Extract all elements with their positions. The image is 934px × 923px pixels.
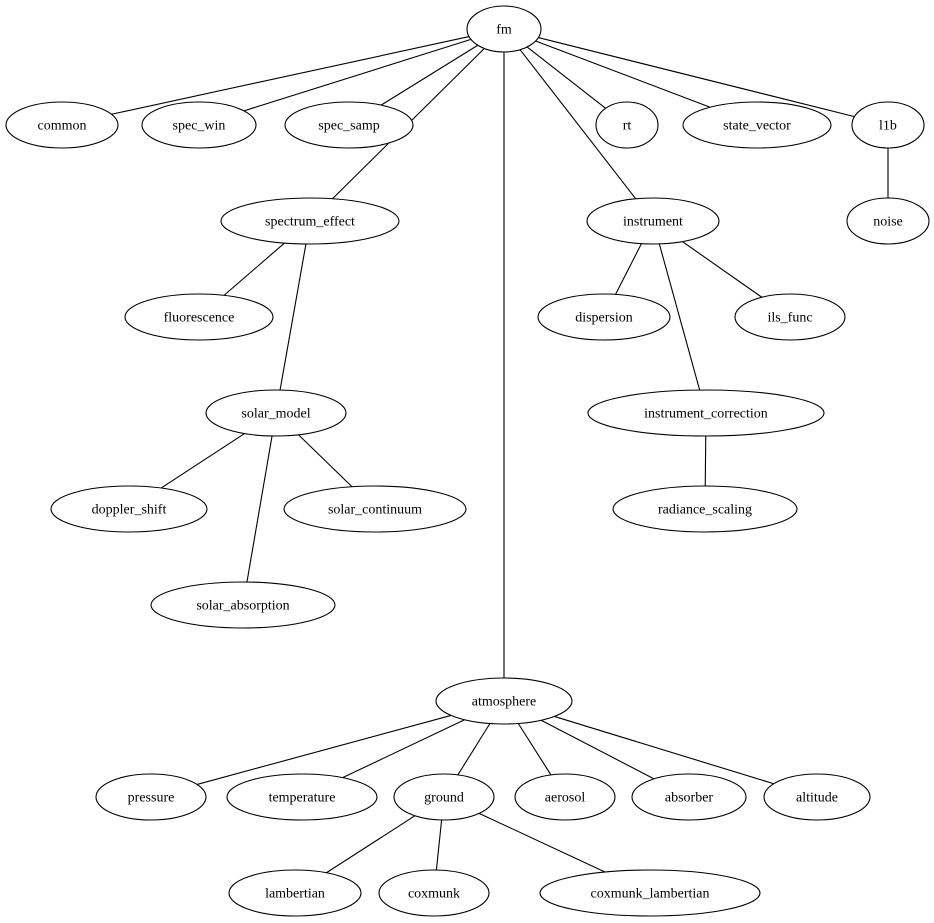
graph-node-aerosol[interactable]: aerosol: [514, 773, 616, 821]
graph-node-pressure[interactable]: pressure: [95, 773, 207, 821]
graph-edge-solar_model-to-doppler_shift: [160, 433, 245, 489]
graph-edge-instrument-to-dispersion: [615, 243, 642, 295]
graph-edge-ground-to-coxmunk_lambertian: [478, 812, 606, 873]
node-ellipse-solar_model[interactable]: [205, 389, 347, 437]
graph-edge-atmosphere-to-aerosol: [517, 723, 552, 776]
graph-node-solar_continuum[interactable]: solar_continuum: [283, 485, 467, 533]
node-ellipse-solar_continuum[interactable]: [283, 485, 467, 533]
graph-node-solar_absorption[interactable]: solar_absorption: [150, 581, 336, 629]
graph-node-fm[interactable]: fm: [466, 5, 542, 53]
node-ellipse-absorber[interactable]: [631, 773, 747, 821]
graph-edge-fm-to-spec_win: [243, 38, 472, 112]
node-ellipse-solar_absorption[interactable]: [150, 581, 336, 629]
graph-node-coxmunk_lambertian[interactable]: coxmunk_lambertian: [539, 869, 761, 917]
node-ellipse-doppler_shift[interactable]: [50, 485, 208, 533]
graph-node-instrument_correction[interactable]: instrument_correction: [587, 389, 825, 437]
graph-node-altitude[interactable]: altitude: [763, 773, 871, 821]
node-ellipse-noise[interactable]: [846, 197, 930, 245]
node-ellipse-coxmunk_lambertian[interactable]: [539, 869, 761, 917]
node-ellipse-altitude[interactable]: [763, 773, 871, 821]
graph-edge-spectrum_effect-to-fluorescence: [223, 242, 285, 296]
graph-edge-atmosphere-to-absorber: [540, 719, 655, 780]
graph-node-spec_win[interactable]: spec_win: [141, 101, 257, 149]
graph-edge-spectrum_effect-to-solar_model: [279, 243, 307, 391]
graph-edge-fm-to-spec_samp: [380, 44, 479, 106]
graph-node-lambertian[interactable]: lambertian: [228, 869, 362, 917]
graph-node-doppler_shift[interactable]: doppler_shift: [50, 485, 208, 533]
node-ellipse-spec_samp[interactable]: [284, 101, 414, 149]
node-ellipse-coxmunk[interactable]: [378, 869, 490, 917]
graph-node-temperature[interactable]: temperature: [226, 773, 378, 821]
graph-diagram: fm common spec_win spec_samp rt state_vector l…: [0, 0, 934, 923]
graph-node-radiance_scaling[interactable]: radiance_scaling: [612, 485, 798, 533]
graph-edge-solar_model-to-solar_absorption: [246, 435, 273, 583]
node-ellipse-common[interactable]: [5, 101, 119, 149]
graph-edge-fm-to-rt: [526, 46, 606, 109]
graph-node-coxmunk[interactable]: coxmunk: [378, 869, 490, 917]
node-ellipse-fluorescence[interactable]: [124, 293, 274, 341]
node-ellipse-rt[interactable]: [595, 101, 659, 149]
graph-edge-instrument-to-ils_func: [682, 241, 763, 298]
node-ellipse-temperature[interactable]: [226, 773, 378, 821]
graph-node-noise[interactable]: noise: [846, 197, 930, 245]
node-ellipse-radiance_scaling[interactable]: [612, 485, 798, 533]
edge-layer: [111, 36, 889, 874]
node-ellipse-spec_win[interactable]: [141, 101, 257, 149]
graph-node-l1b[interactable]: l1b: [851, 101, 925, 149]
graph-node-instrument[interactable]: instrument: [586, 197, 720, 245]
graph-node-solar_model[interactable]: solar_model: [205, 389, 347, 437]
graph-node-atmosphere[interactable]: atmosphere: [435, 677, 573, 725]
graph-node-rt[interactable]: rt: [595, 101, 659, 149]
node-ellipse-ils_func[interactable]: [734, 293, 846, 341]
node-ellipse-lambertian[interactable]: [228, 869, 362, 917]
graph-node-state_vector[interactable]: state_vector: [682, 101, 832, 149]
graph-node-ground[interactable]: ground: [393, 773, 495, 821]
graph-edge-atmosphere-to-pressure: [196, 714, 452, 785]
graph-edge-fm-to-l1b: [538, 37, 855, 118]
node-ellipse-instrument_correction[interactable]: [587, 389, 825, 437]
node-layer: fmcommon spec_win spec_samp rt state_vector l…: [5, 5, 930, 917]
node-ellipse-instrument[interactable]: [586, 197, 720, 245]
graph-canvas: fmcommon spec_win spec_samp rt state_vector l…: [5, 5, 930, 917]
graph-node-absorber[interactable]: absorber: [631, 773, 747, 821]
node-ellipse-l1b[interactable]: [851, 101, 925, 149]
node-ellipse-fm[interactable]: [466, 5, 542, 53]
graph-edge-atmosphere-to-altitude: [554, 715, 774, 785]
graph-edge-atmosphere-to-ground: [457, 723, 491, 776]
node-ellipse-spectrum_effect[interactable]: [220, 197, 400, 245]
graph-edge-solar_model-to-solar_continuum: [298, 434, 353, 488]
graph-node-common[interactable]: common: [5, 101, 119, 149]
node-ellipse-pressure[interactable]: [95, 773, 207, 821]
graph-node-dispersion[interactable]: dispersion: [537, 293, 671, 341]
graph-node-spectrum_effect[interactable]: spectrum_effect: [220, 197, 400, 245]
node-ellipse-atmosphere[interactable]: [435, 677, 573, 725]
graph-edge-ground-to-coxmunk: [435, 819, 443, 871]
node-ellipse-ground[interactable]: [393, 773, 495, 821]
node-ellipse-dispersion[interactable]: [537, 293, 671, 341]
node-ellipse-state_vector[interactable]: [682, 101, 832, 149]
graph-edge-ground-to-lambertian: [326, 815, 416, 874]
graph-edge-fm-to-common: [111, 36, 470, 115]
node-ellipse-aerosol[interactable]: [514, 773, 616, 821]
graph-node-ils_func[interactable]: ils_func: [734, 293, 846, 341]
graph-node-spec_samp[interactable]: spec_samp: [284, 101, 414, 149]
graph-edge-instrument_correction-to-radiance_scaling: [704, 435, 707, 487]
graph-node-fluorescence[interactable]: fluorescence: [124, 293, 274, 341]
